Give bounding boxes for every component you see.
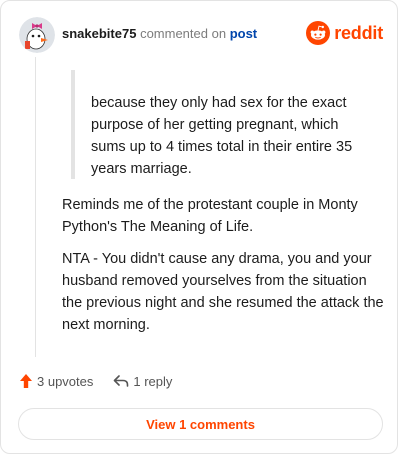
avatar[interactable] — [19, 17, 55, 53]
reply-count: 1 reply — [133, 373, 173, 389]
comment-actions: 3 upvotes 1 reply — [19, 373, 172, 389]
quote-bar — [71, 70, 75, 179]
snoo-avatar-icon — [19, 17, 55, 53]
comment-meta: snakebite75 commented on post — [62, 26, 257, 42]
upvote-button[interactable]: 3 upvotes — [19, 373, 93, 389]
action-text: commented on — [140, 26, 227, 41]
quoted-text: because they only had sex for the exact … — [91, 95, 353, 177]
upvote-count: 3 upvotes — [37, 373, 94, 389]
view-comments-button[interactable]: View 1 comments — [18, 408, 383, 440]
brand-wordmark: reddit — [334, 22, 383, 43]
reddit-brand[interactable]: reddit — [306, 21, 383, 45]
comment-header: snakebite75 commented on post reddit — [19, 15, 383, 55]
comment-paragraph: Reminds me of the protestant couple in M… — [62, 197, 358, 235]
reply-button[interactable]: 1 reply — [113, 374, 172, 389]
thread-line — [35, 57, 36, 357]
post-link[interactable]: post — [230, 26, 257, 41]
reply-arrow-icon — [114, 375, 129, 387]
comment-card: snakebite75 commented on post reddit bec… — [0, 0, 398, 454]
reddit-logo-icon — [306, 21, 331, 45]
comment-paragraph: NTA - You didn't cause any drama, you an… — [62, 251, 384, 333]
username[interactable]: snakebite75 — [62, 26, 136, 41]
upvote-arrow-icon — [20, 374, 32, 388]
